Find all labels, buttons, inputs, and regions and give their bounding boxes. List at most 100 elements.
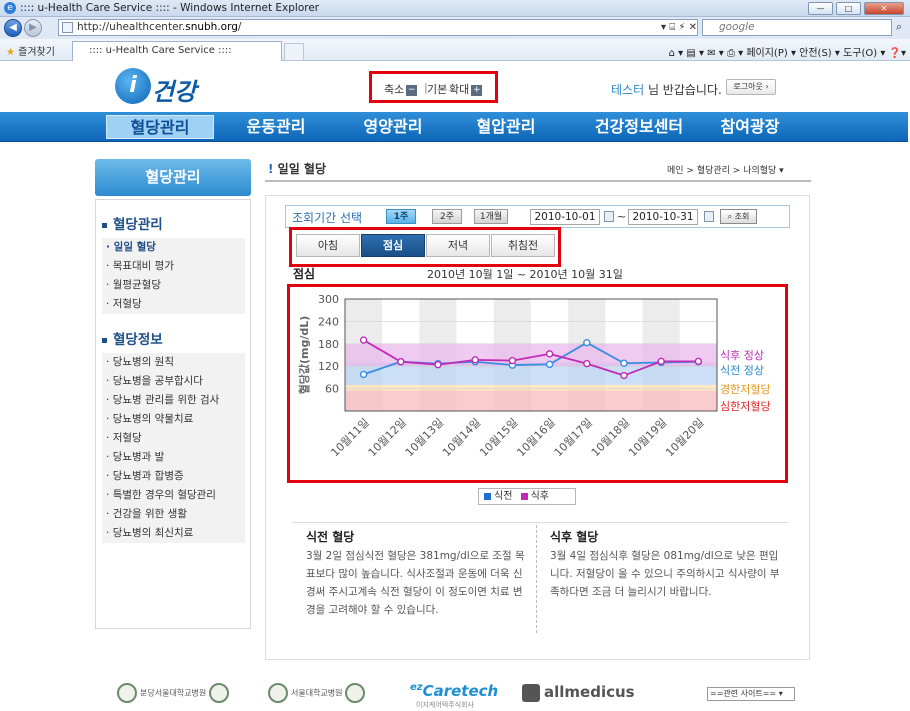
data-point <box>583 338 591 347</box>
sidebar-item-daily[interactable]: · 일일 혈당 <box>102 238 245 257</box>
favorites-bar: ★ 즐겨찾기 :::: u-Health Care Service :::: ⌂… <box>0 39 910 61</box>
nav-glucose[interactable]: 혈당관리 <box>106 115 214 139</box>
window-titlebar: e :::: u-Health Care Service :::: - Wind… <box>0 0 910 17</box>
period-label: 조회기간 선택 <box>292 211 363 225</box>
tab-lunch[interactable]: 점심 <box>361 234 425 257</box>
minimize-button[interactable]: — <box>808 2 833 15</box>
notes-divider <box>536 525 537 633</box>
footer-logo-bundang[interactable]: 분당서울대학교병원 <box>117 683 232 703</box>
sidebar-item-info[interactable]: · 당뇨병과 발 <box>102 448 245 467</box>
sidebar-title: 혈당관리 <box>95 159 251 196</box>
sidebar-item-info[interactable]: · 당뇨병의 원칙 <box>102 353 245 372</box>
search-input[interactable]: google <box>702 19 892 36</box>
chart-legend: 식전 식후 <box>478 488 576 505</box>
footer-logo-allmedicus[interactable]: allmedicus <box>522 683 635 702</box>
zoom-out-button[interactable]: 축소 − <box>384 81 418 97</box>
address-bar: ◀ ▶ http://uhealthcenter.snubh.org/ ▾ ⌸ … <box>0 17 910 39</box>
zoom-default-button[interactable]: 기본 <box>427 81 447 97</box>
tab-bedtime[interactable]: 취침전 <box>491 234 555 257</box>
nav-nutrition[interactable]: 영양관리 <box>349 115 437 139</box>
band-경한저혈당 <box>345 384 717 391</box>
x-tick-label: 10월17일 <box>551 415 595 459</box>
footer-logo-ezcaretech[interactable]: ezCaretech 이지케어텍주식회사 <box>410 682 498 710</box>
search-button[interactable]: ⌕ 조회 <box>720 209 757 224</box>
data-point <box>359 370 368 379</box>
data-point <box>545 350 554 358</box>
sidebar-item-monthly[interactable]: · 월평균혈당 <box>102 276 245 295</box>
logout-button[interactable]: 로그아웃 › <box>726 79 776 95</box>
plus-icon: + <box>471 84 483 96</box>
band-label: 식전 정상 <box>720 364 764 377</box>
zoom-in-button[interactable]: 확대 + <box>449 81 483 97</box>
browser-tab[interactable]: :::: u-Health Care Service :::: <box>72 41 282 61</box>
maximize-button[interactable]: □ <box>836 2 861 15</box>
y-tick-label: 60 <box>325 383 339 396</box>
period-1week-button[interactable]: 1주 <box>386 209 416 224</box>
data-point <box>545 360 554 369</box>
command-bar[interactable]: ⌂ ▾ ▤ ▾ ✉ ▾ ⎙ ▾ 페이지(P) ▾ 안전(S) ▾ 도구(O) ▾… <box>669 44 906 59</box>
legend-swatch-post <box>520 492 528 500</box>
search-icon[interactable]: ⌕ <box>896 20 902 34</box>
sidebar-item-info[interactable]: · 특별한 경우의 혈당관리 <box>102 486 245 505</box>
sidebar-item-info[interactable]: · 당뇨병의 약물치료 <box>102 410 245 429</box>
band-label: 식후 정상 <box>720 349 764 362</box>
window-title: :::: u-Health Care Service :::: - Window… <box>20 2 320 14</box>
date-to-field[interactable]: 2010-10-31 <box>628 209 698 225</box>
footer-logo-snuh[interactable]: 서울대학교병원 <box>268 683 368 703</box>
x-tick-label: 10월13일 <box>402 415 446 459</box>
sidebar-list-glucose: · 일일 혈당 · 목표대비 평가 · 월평균혈당 · 저혈당 <box>102 238 245 314</box>
chart-date-range: 2010년 10월 1일 ~ 2010년 10월 31일 <box>427 268 623 281</box>
band-label: 심한저혈당 <box>720 399 771 413</box>
new-tab-button[interactable] <box>284 43 304 61</box>
period-2week-button[interactable]: 2주 <box>432 209 462 224</box>
zoom-controls: 축소 − | 기본 확대 + <box>369 71 498 103</box>
logo-i-icon: i <box>115 68 151 104</box>
sidebar-item-hypo[interactable]: · 저혈당 <box>102 295 245 314</box>
x-tick-label: 10월12일 <box>365 415 409 459</box>
sidebar-item-info[interactable]: · 당뇨병과 합병증 <box>102 467 245 486</box>
sidebar-item-info[interactable]: · 당뇨병의 최신치료 <box>102 524 245 543</box>
band-심한저혈당 <box>345 390 717 411</box>
sidebar-item-info[interactable]: · 당뇨병을 공부합시다 <box>102 372 245 391</box>
data-point <box>620 359 628 367</box>
date-separator: ~ <box>617 210 627 223</box>
note-pre-meal: 식전 혈당 3월 2일 점심식전 혈당은 381mg/dl으로 조절 목표보다 … <box>306 530 525 616</box>
notes-section: 식전 혈당 3월 2일 점심식전 혈당은 381mg/dl으로 조절 목표보다 … <box>292 522 789 634</box>
period-selector: 조회기간 선택 1주 2주 1개월 2010-10-01 ~ 2010-10-3… <box>285 205 790 228</box>
period-1month-button[interactable]: 1개월 <box>474 209 508 224</box>
url-tools[interactable]: ▾ ⌸ ⚡ ✕ <box>661 20 697 35</box>
nav-blood-pressure[interactable]: 혈압관리 <box>462 115 550 139</box>
sidebar-item-info[interactable]: · 당뇨병 관리를 위한 검사 <box>102 391 245 410</box>
url-input[interactable]: http://uhealthcenter.snubh.org/ ▾ ⌸ ⚡ ✕ <box>58 19 698 36</box>
data-point <box>397 358 405 366</box>
sidebar-item-goal[interactable]: · 목표대비 평가 <box>102 257 245 276</box>
data-point <box>657 357 665 366</box>
sidebar-list-info: · 당뇨병의 원칙 · 당뇨병을 공부합시다 · 당뇨병 관리를 위한 검사 ·… <box>102 353 245 543</box>
nav-exercise[interactable]: 운동관리 <box>232 115 320 139</box>
allmedicus-icon <box>522 683 540 702</box>
related-sites-select[interactable]: ==관련 사이트== ▾ <box>707 687 795 701</box>
page-title: ! 일일 혈당 <box>268 162 327 176</box>
date-from-field[interactable]: 2010-10-01 <box>530 209 600 225</box>
back-button[interactable]: ◀ <box>4 19 22 37</box>
glucose-chart: 60120180240300혈당값(mg/dL)10월11일10월12일10월1… <box>297 293 771 459</box>
calendar-icon[interactable] <box>704 211 714 222</box>
band-label: 경한저혈당 <box>720 382 771 396</box>
y-tick-label: 240 <box>318 315 339 328</box>
sidebar-item-info[interactable]: · 건강을 위한 생활 <box>102 505 245 524</box>
ie-icon: e <box>4 2 16 14</box>
favorites-button[interactable]: ★ 즐겨찾기 <box>6 43 55 58</box>
nav-community[interactable]: 참여광장 <box>706 115 794 139</box>
forward-button[interactable]: ▶ <box>24 19 42 37</box>
y-axis-label: 혈당값(mg/dL) <box>297 316 311 395</box>
sidebar-group-info: 혈당정보 <box>102 328 163 348</box>
x-tick-label: 10월20일 <box>663 415 707 459</box>
calendar-icon[interactable] <box>604 211 614 222</box>
sidebar-item-info[interactable]: · 저혈당 <box>102 429 245 448</box>
nav-health-info[interactable]: 건강정보센터 <box>579 115 699 139</box>
tab-breakfast[interactable]: 아침 <box>296 234 360 257</box>
tab-dinner[interactable]: 저녁 <box>426 234 490 257</box>
breadcrumb[interactable]: 메인 > 혈당관리 > 나의혈당 ▾ <box>667 163 784 176</box>
y-tick-label: 120 <box>318 360 339 373</box>
close-window-button[interactable]: ✕ <box>864 2 904 15</box>
